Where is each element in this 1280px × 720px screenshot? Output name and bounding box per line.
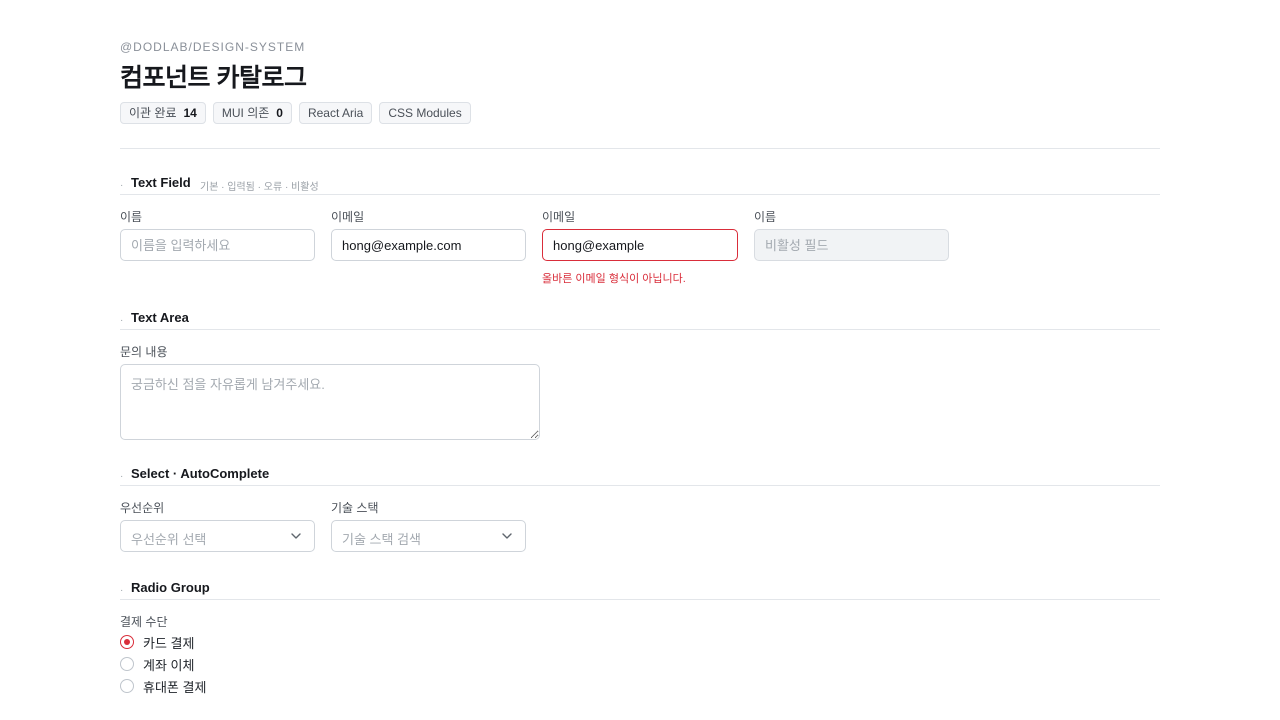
priority-select[interactable]: 우선순위 선택 <box>120 520 315 552</box>
chip-react-aria: React Aria <box>298 102 373 124</box>
radio-option-phone[interactable]: 휴대폰 결제 <box>120 677 206 695</box>
status-chips: 이관 완료 14 MUI 의존 0 React Aria CSS Modules <box>120 102 471 124</box>
select-label-tech-stack: 기술 스택 <box>331 501 379 515</box>
chip-migrated: 이관 완료 14 <box>120 102 206 124</box>
radio-option-card[interactable]: 카드 결제 <box>120 633 194 651</box>
chevron-down-icon[interactable] <box>501 530 513 542</box>
section-description: 기본 · 입력됨 · 오류 · 비활성 <box>200 182 319 193</box>
field-label-email: 이메일 <box>331 210 365 224</box>
radio-option-label: 휴대폰 결제 <box>143 679 207 695</box>
chip-mui-dependency: MUI 의존 0 <box>212 102 292 124</box>
name-input-disabled <box>754 229 949 261</box>
chevron-down-icon <box>291 533 301 539</box>
chip-label: CSS Modules <box>388 106 462 120</box>
section-title: Text Area <box>131 310 189 325</box>
section-radio-header: · Radio Group <box>120 579 1160 600</box>
inquiry-textarea[interactable] <box>120 364 540 440</box>
radio-unselected-icon[interactable] <box>120 679 134 693</box>
field-label-name-disabled: 이름 <box>754 210 777 224</box>
radio-option-label: 계좌 이체 <box>143 657 195 673</box>
radio-option-transfer[interactable]: 계좌 이체 <box>120 655 194 673</box>
section-text-field-header: · Text Field 기본 · 입력됨 · 오류 · 비활성 <box>120 174 1160 195</box>
package-eyebrow: @DODLAB/DESIGN-SYSTEM <box>120 40 306 54</box>
section-select-header: · Select · AutoComplete <box>120 465 1160 486</box>
chip-label: React Aria <box>307 106 364 120</box>
page-title: 컴포넌트 카탈로그 <box>120 64 307 92</box>
chip-count: 14 <box>183 106 197 120</box>
radio-option-label: 카드 결제 <box>143 635 195 651</box>
chip-label: 이관 완료 <box>129 106 177 120</box>
section-bullet: · <box>120 585 124 596</box>
textarea-label: 문의 내용 <box>120 345 168 359</box>
section-bullet: · <box>120 471 124 482</box>
section-title: Text Field <box>131 175 191 190</box>
email-error-message: 올바른 이메일 형식이 아닙니다. <box>542 273 686 285</box>
radio-group-label: 결제 수단 <box>120 615 168 629</box>
section-title: Select · AutoComplete <box>131 466 270 481</box>
email-input-filled[interactable] <box>331 229 526 261</box>
autocomplete-placeholder: 기술 스택 검색 <box>342 532 421 547</box>
chip-count: 0 <box>276 106 283 120</box>
select-label-priority: 우선순위 <box>120 501 165 515</box>
field-label-email-error: 이메일 <box>542 210 576 224</box>
radio-unselected-icon[interactable] <box>120 657 134 671</box>
chip-label: MUI 의존 <box>221 106 270 120</box>
radio-selected-icon[interactable] <box>120 635 134 649</box>
field-label-name: 이름 <box>120 210 143 224</box>
section-bullet: · <box>120 180 124 191</box>
section-bullet: · <box>120 315 124 326</box>
section-title: Radio Group <box>131 580 210 595</box>
name-input[interactable] <box>120 229 315 261</box>
email-input-error[interactable] <box>542 229 738 261</box>
chip-css-modules: CSS Modules <box>379 102 471 124</box>
header-divider <box>120 148 1160 149</box>
select-placeholder: 우선순위 선택 <box>131 532 207 547</box>
tech-stack-autocomplete[interactable]: 기술 스택 검색 <box>331 520 526 552</box>
section-text-area-header: · Text Area <box>120 309 1160 330</box>
